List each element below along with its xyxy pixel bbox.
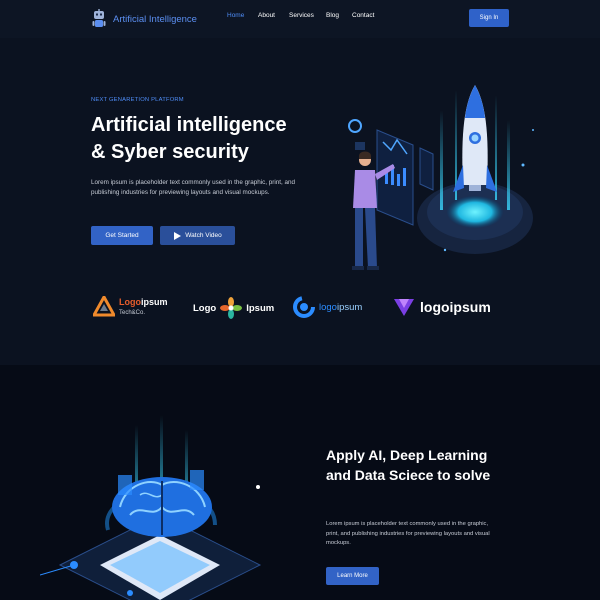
brain-illustration xyxy=(40,415,262,600)
nav-contact[interactable]: Contact xyxy=(352,12,374,19)
hero-eyebrow: NEXT GENARETION PLATFORM xyxy=(91,97,184,103)
nav-blog[interactable]: Blog xyxy=(326,12,339,19)
top-navigation-bar xyxy=(0,0,600,38)
logo-logo-ipsum: Logo Ipsum xyxy=(193,297,274,319)
nav-home[interactable]: Home xyxy=(227,12,244,19)
diamond-logo-icon xyxy=(394,299,414,316)
nav-services[interactable]: Services xyxy=(289,12,314,19)
logo-blue-text-b: ipsum xyxy=(336,301,363,313)
logo-tech-text-a: Logo xyxy=(119,297,141,307)
logo-tech-sub: Tech&Co. xyxy=(119,310,146,316)
logo-logoipsum-violet: logoipsum xyxy=(392,296,491,318)
play-icon xyxy=(174,231,182,240)
learn-more-button[interactable]: Learn More xyxy=(326,567,379,585)
nav-about[interactable]: About xyxy=(258,12,275,19)
brand-logo[interactable]: Artificial Intelligence xyxy=(91,9,197,29)
logo-tech-text: Logoipsum Tech&Co. xyxy=(119,297,168,317)
hero-title: Artificial intelligence & Syber security xyxy=(91,112,331,166)
section2-title-line-1: Apply AI, Deep Learning xyxy=(326,447,488,463)
section2-title-line-2: and Data Sciece to solve xyxy=(326,467,491,483)
robot-icon xyxy=(92,9,106,27)
triangle-logo-icon xyxy=(93,296,115,317)
brand-name: Artificial Intelligence xyxy=(113,13,197,25)
logo-logoipsum-tech: Logoipsum Tech&Co. xyxy=(93,296,168,318)
hero-description: Lorem ipsum is placeholder text commonly… xyxy=(91,179,296,196)
launch-pad-glow xyxy=(447,196,503,228)
swirl-logo-icon xyxy=(293,296,315,318)
hero-title-line-1: Artificial intelligence xyxy=(91,114,287,136)
get-started-button[interactable]: Get Started xyxy=(91,226,153,245)
watch-video-label: Watch Video xyxy=(185,232,222,239)
logo-blue-text-a: logo xyxy=(319,301,337,313)
hero-title-line-2: & Syber security xyxy=(91,141,249,163)
logo-tech-text-b: ipsum xyxy=(141,297,168,307)
logo-logoipsum-blue: logo ipsum xyxy=(293,296,362,318)
logo-violet-text: logoipsum xyxy=(420,299,491,315)
watch-video-button[interactable]: Watch Video xyxy=(160,226,235,245)
logo-ipsum-text-b: Ipsum xyxy=(246,302,275,314)
sign-in-button[interactable]: Sign In xyxy=(469,9,509,27)
get-started-label: Get Started xyxy=(105,232,139,239)
rocket-icon xyxy=(453,85,497,192)
flower-logo-icon xyxy=(220,297,243,319)
section2-description: Lorem ipsum is placeholder text commonly… xyxy=(326,521,490,546)
logo-ipsum-text-a: Logo xyxy=(193,302,217,314)
section2-title: Apply AI, Deep Learning and Data Sciece … xyxy=(326,445,516,485)
hero-illustration xyxy=(348,85,534,270)
